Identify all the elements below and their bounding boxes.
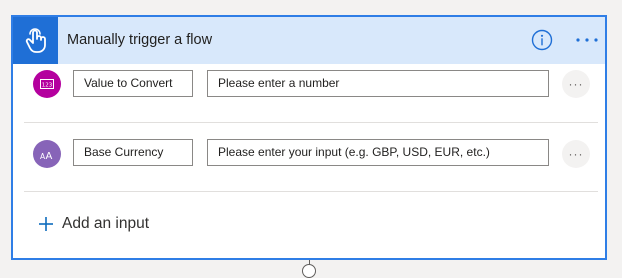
svg-text:A: A xyxy=(46,151,53,160)
plus-icon xyxy=(39,217,53,231)
more-horizontal-icon[interactable] xyxy=(575,29,599,51)
add-input-button[interactable]: Add an input xyxy=(39,213,149,235)
input-value-field[interactable]: Please enter your input (e.g. GBP, USD, … xyxy=(207,139,549,166)
row-more-button[interactable]: ··· xyxy=(562,140,590,168)
input-name-field[interactable]: Base Currency xyxy=(73,139,193,166)
header-title: Manually trigger a flow xyxy=(67,32,213,48)
input-value-field[interactable]: Please enter a number xyxy=(207,70,549,97)
insert-step-button[interactable] xyxy=(302,264,316,278)
row-divider xyxy=(24,191,598,192)
number-icon: 123 xyxy=(33,70,61,98)
add-input-label: Add an input xyxy=(62,215,150,232)
text-icon: A A xyxy=(33,140,61,168)
row-divider xyxy=(24,122,598,123)
svg-text:123: 123 xyxy=(42,82,53,88)
hand-touch-icon xyxy=(13,17,58,64)
trigger-card: Manually trigger a flow 123 Value to Con… xyxy=(11,15,607,260)
row-more-button[interactable]: ··· xyxy=(562,70,590,98)
input-name-field[interactable]: Value to Convert xyxy=(73,70,193,97)
trigger-header[interactable]: Manually trigger a flow xyxy=(13,17,605,64)
info-icon[interactable] xyxy=(531,29,553,51)
